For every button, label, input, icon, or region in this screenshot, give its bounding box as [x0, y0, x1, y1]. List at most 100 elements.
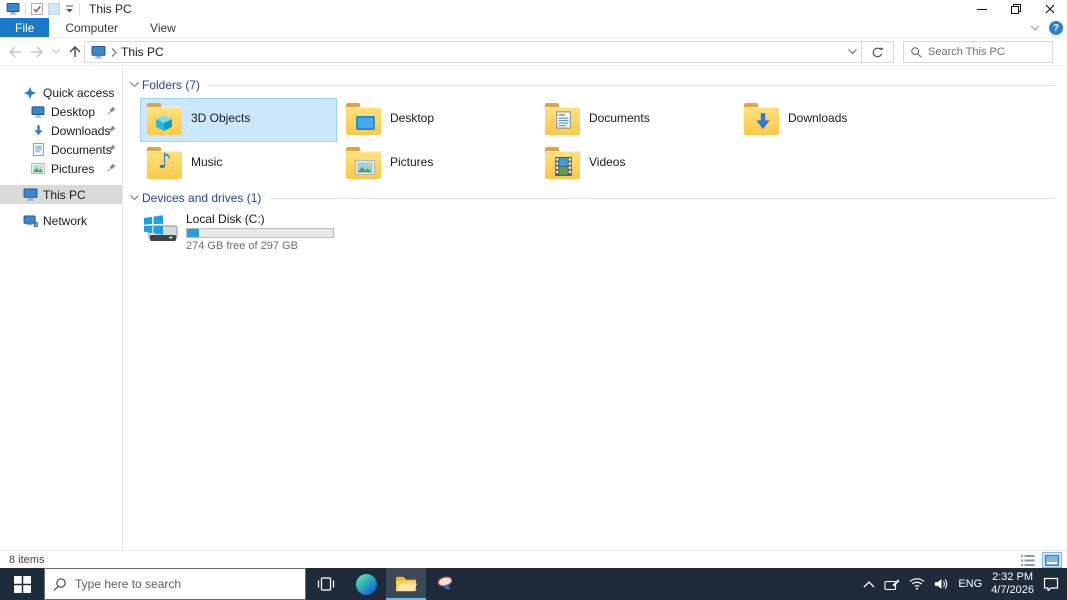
- sidebar-item-label: Network: [43, 213, 88, 228]
- tab-view[interactable]: View: [134, 18, 192, 37]
- expand-ribbon-chevron-icon[interactable]: [1030, 25, 1040, 31]
- folder-tile-desktop[interactable]: Desktop: [339, 98, 536, 142]
- edge-icon[interactable]: [346, 568, 386, 600]
- action-center-icon[interactable]: [1043, 577, 1059, 591]
- tab-computer[interactable]: Computer: [49, 18, 134, 37]
- customize-qat-chevron-icon[interactable]: [65, 5, 74, 13]
- address-bar[interactable]: This PC: [84, 41, 862, 63]
- group-label[interactable]: Devices and drives (1): [142, 191, 261, 205]
- language-indicator[interactable]: ENG: [958, 578, 982, 590]
- devices-group-header: Devices and drives (1): [130, 190, 1059, 206]
- sidebar-item-label: Documents: [51, 142, 112, 157]
- computer-icon: [22, 187, 38, 203]
- drive-usage-fill: [187, 229, 199, 237]
- recent-locations-chevron-icon[interactable]: [48, 40, 64, 64]
- collapse-group-chevron-icon[interactable]: [130, 195, 139, 201]
- hard-drive-icon: [142, 212, 179, 252]
- taskbar-search-input[interactable]: [75, 577, 275, 591]
- folder-picture-icon: [346, 147, 381, 180]
- folder-tile-documents[interactable]: Documents: [538, 98, 735, 142]
- clock-time: 2:32 PM: [992, 571, 1034, 583]
- back-button[interactable]: [4, 40, 26, 64]
- group-rule: [209, 84, 1055, 86]
- folder-download-icon: [744, 103, 779, 136]
- pen-input-icon[interactable]: [884, 578, 900, 591]
- task-view-button[interactable]: [306, 568, 346, 600]
- folder-label: Documents: [589, 111, 650, 125]
- sidebar-item-label: Desktop: [51, 104, 96, 119]
- folder-tile-music[interactable]: ♪ Music: [140, 142, 337, 186]
- sidebar-item-label: Pictures: [51, 161, 95, 176]
- sidebar-item-network[interactable]: Network: [0, 211, 122, 230]
- tab-file[interactable]: File: [0, 18, 50, 37]
- hidden-icons-chevron-icon[interactable]: [863, 580, 875, 588]
- main-area: Quick access Desktop Downloads Documents…: [0, 66, 1067, 550]
- navigation-bar: This PC: [0, 38, 1067, 66]
- folder-label: Videos: [589, 155, 626, 169]
- close-button[interactable]: [1033, 0, 1067, 18]
- folder-tile-downloads[interactable]: Downloads: [737, 98, 934, 142]
- folder-music-note-icon: ♪: [147, 147, 182, 180]
- group-label[interactable]: Folders (7): [142, 78, 200, 92]
- large-icons-view-button[interactable]: [1042, 552, 1062, 568]
- system-tray: ENG 2:32 PM 4/7/2026: [863, 568, 1067, 600]
- drive-info: Local Disk (C:) 274 GB free of 297 GB: [186, 212, 334, 252]
- address-dropdown-chevron-icon[interactable]: [848, 49, 857, 55]
- items-count: 8 items: [9, 553, 45, 566]
- folder-tile-videos[interactable]: Videos: [538, 142, 735, 186]
- folder-filmstrip-icon: [545, 147, 580, 180]
- up-button[interactable]: [64, 40, 86, 64]
- search-icon: [910, 46, 922, 58]
- volume-icon[interactable]: [934, 578, 949, 590]
- divider: [79, 3, 80, 15]
- folders-grid: 3D Objects Desktop Documents Downloads ♪…: [140, 98, 1059, 186]
- content-area: Folders (7) 3D Objects Desktop Documents…: [124, 66, 1067, 550]
- ribbon-tab-bar: File Computer View ?: [0, 18, 1067, 38]
- taskbar-search-box[interactable]: [44, 568, 306, 600]
- pin-icon: [107, 125, 116, 134]
- new-folder-qat-button[interactable]: [48, 3, 60, 15]
- folder-label: Music: [191, 155, 223, 169]
- folder-tile-pictures[interactable]: Pictures: [339, 142, 536, 186]
- search-icon: [53, 577, 67, 591]
- forward-button[interactable]: [26, 40, 48, 64]
- drive-usage-bar: [186, 228, 334, 238]
- screen: This PC File Computer View ? This PC Sea…: [0, 0, 1067, 600]
- sidebar-item-documents[interactable]: Documents: [0, 140, 122, 159]
- breadcrumb-chevron-icon[interactable]: [111, 47, 117, 57]
- pin-icon: [107, 106, 116, 115]
- explorer-search-input[interactable]: [928, 46, 1038, 58]
- folder-label: Downloads: [788, 111, 848, 125]
- download-arrow-icon: [30, 123, 46, 139]
- sidebar-item-pictures[interactable]: Pictures: [0, 159, 122, 178]
- pinned-app-icon[interactable]: [426, 568, 466, 600]
- wifi-icon[interactable]: [909, 578, 925, 590]
- refresh-button[interactable]: [862, 41, 894, 63]
- sidebar-item-quick-access[interactable]: Quick access: [0, 83, 122, 102]
- this-pc-window-icon: [6, 3, 20, 15]
- picture-icon: [30, 161, 46, 177]
- ribbon-right-controls: ?: [1030, 18, 1063, 38]
- pin-icon: [107, 144, 116, 153]
- start-button[interactable]: [0, 568, 44, 600]
- drive-capacity-text: 274 GB free of 297 GB: [186, 240, 298, 252]
- help-icon[interactable]: ?: [1049, 21, 1063, 35]
- taskbar: ENG 2:32 PM 4/7/2026: [0, 568, 1067, 600]
- minimize-button[interactable]: [965, 0, 999, 18]
- properties-qat-button[interactable]: [31, 3, 43, 15]
- file-explorer-taskbar-icon[interactable]: [386, 568, 426, 600]
- explorer-search-box[interactable]: [903, 41, 1053, 63]
- sidebar-item-desktop[interactable]: Desktop: [0, 102, 122, 121]
- details-view-button[interactable]: [1018, 552, 1038, 568]
- folder-tile-3d-objects[interactable]: 3D Objects: [140, 98, 337, 142]
- sidebar-item-label: This PC: [43, 187, 86, 202]
- drive-tile-local-disk-c[interactable]: Local Disk (C:) 274 GB free of 297 GB: [140, 212, 337, 252]
- sidebar-item-downloads[interactable]: Downloads: [0, 121, 122, 140]
- clock[interactable]: 2:32 PM 4/7/2026: [991, 571, 1034, 597]
- star-icon: [22, 85, 38, 101]
- collapse-group-chevron-icon[interactable]: [130, 82, 139, 88]
- restore-button[interactable]: [999, 0, 1033, 18]
- breadcrumb-this-pc[interactable]: This PC: [121, 45, 164, 59]
- this-pc-breadcrumb-icon: [91, 45, 106, 59]
- sidebar-item-this-pc[interactable]: This PC: [0, 185, 122, 204]
